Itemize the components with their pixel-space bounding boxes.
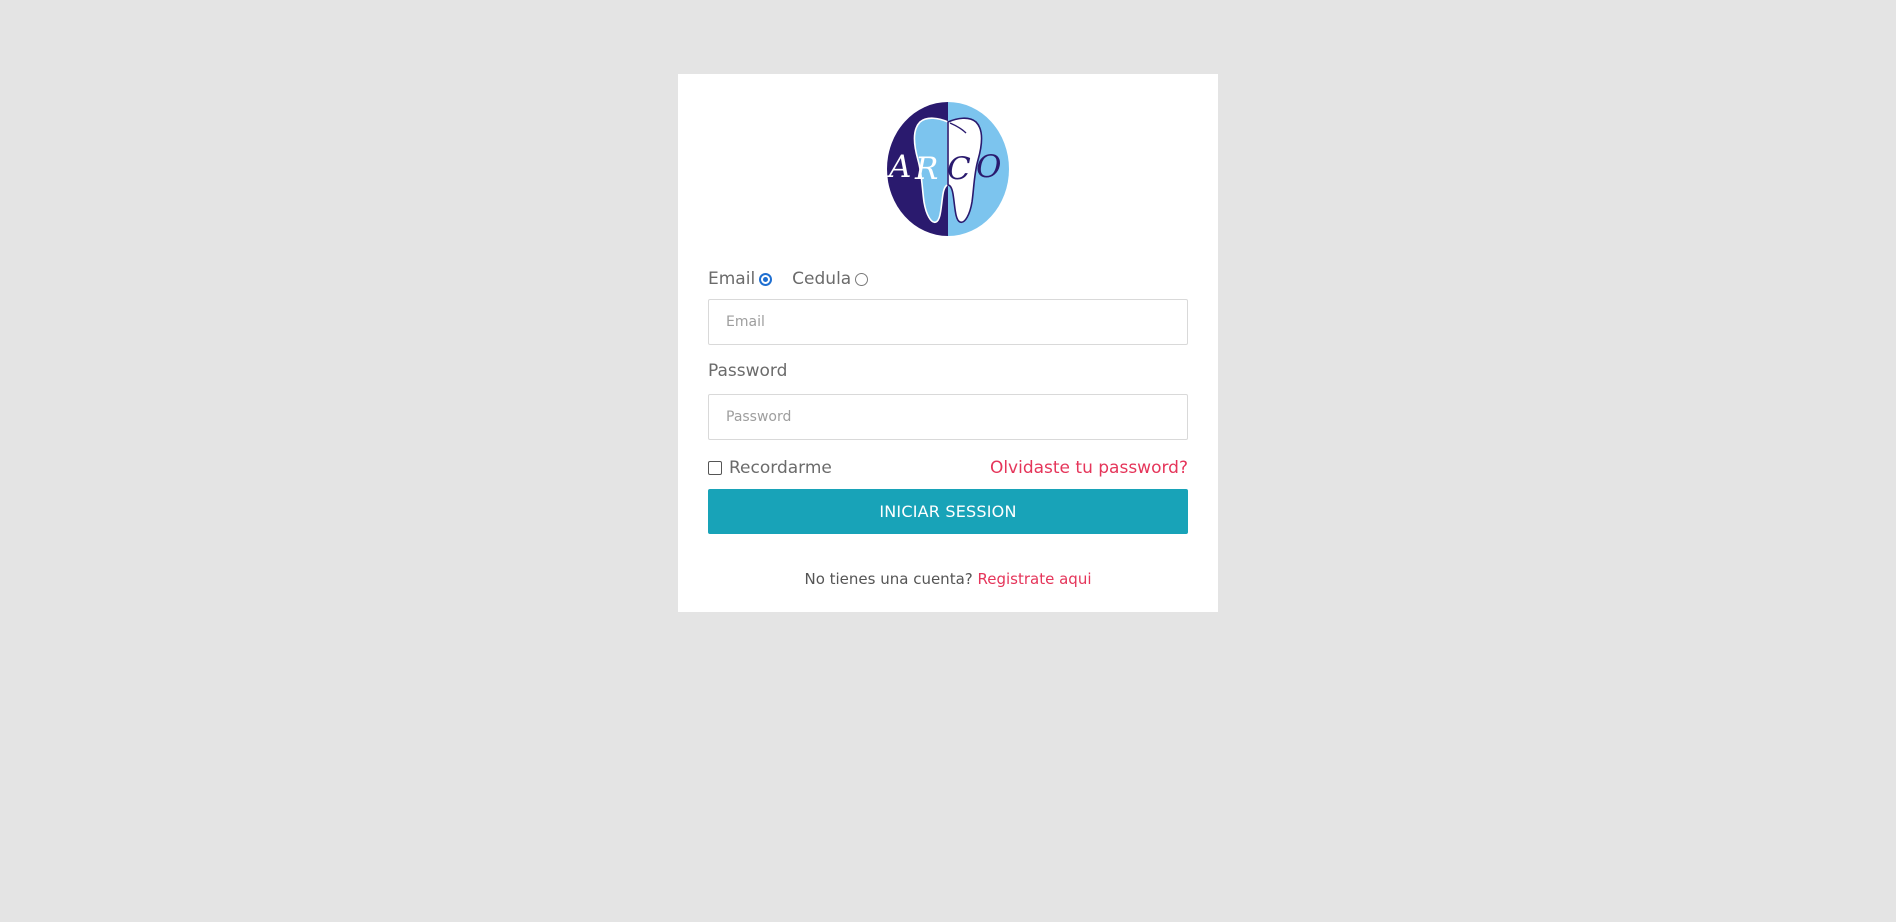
register-prompt: No tienes una cuenta? Registrate aqui — [678, 570, 1218, 588]
login-type-email-option[interactable]: Email — [708, 269, 773, 289]
login-type-email-label: Email — [708, 269, 756, 289]
login-type-email-radio[interactable] — [759, 273, 773, 286]
svg-text:O: O — [976, 149, 1001, 185]
svg-text:C: C — [947, 151, 971, 187]
email-input[interactable] — [708, 299, 1188, 345]
svg-text:R: R — [914, 151, 938, 187]
register-prompt-text: No tienes una cuenta? — [804, 570, 973, 588]
login-card: A R C O Email Cedula Password Recordarme… — [678, 74, 1218, 612]
remember-me[interactable]: Recordarme — [708, 458, 832, 478]
login-type-cedula-radio[interactable] — [855, 273, 869, 286]
login-type-selector: Email Cedula — [708, 267, 869, 291]
arco-logo: A R C O — [887, 102, 1009, 236]
password-label: Password — [708, 361, 788, 381]
remember-me-checkbox[interactable] — [708, 461, 722, 475]
register-link[interactable]: Registrate aqui — [978, 570, 1092, 588]
svg-text:A: A — [887, 149, 911, 185]
password-input[interactable] — [708, 394, 1188, 440]
login-button[interactable]: INICIAR SESSION — [708, 489, 1188, 534]
forgot-password-link[interactable]: Olvidaste tu password? — [990, 458, 1188, 478]
remember-me-label: Recordarme — [729, 458, 832, 478]
login-type-cedula-label: Cedula — [792, 269, 852, 289]
login-type-cedula-option[interactable]: Cedula — [792, 269, 869, 289]
